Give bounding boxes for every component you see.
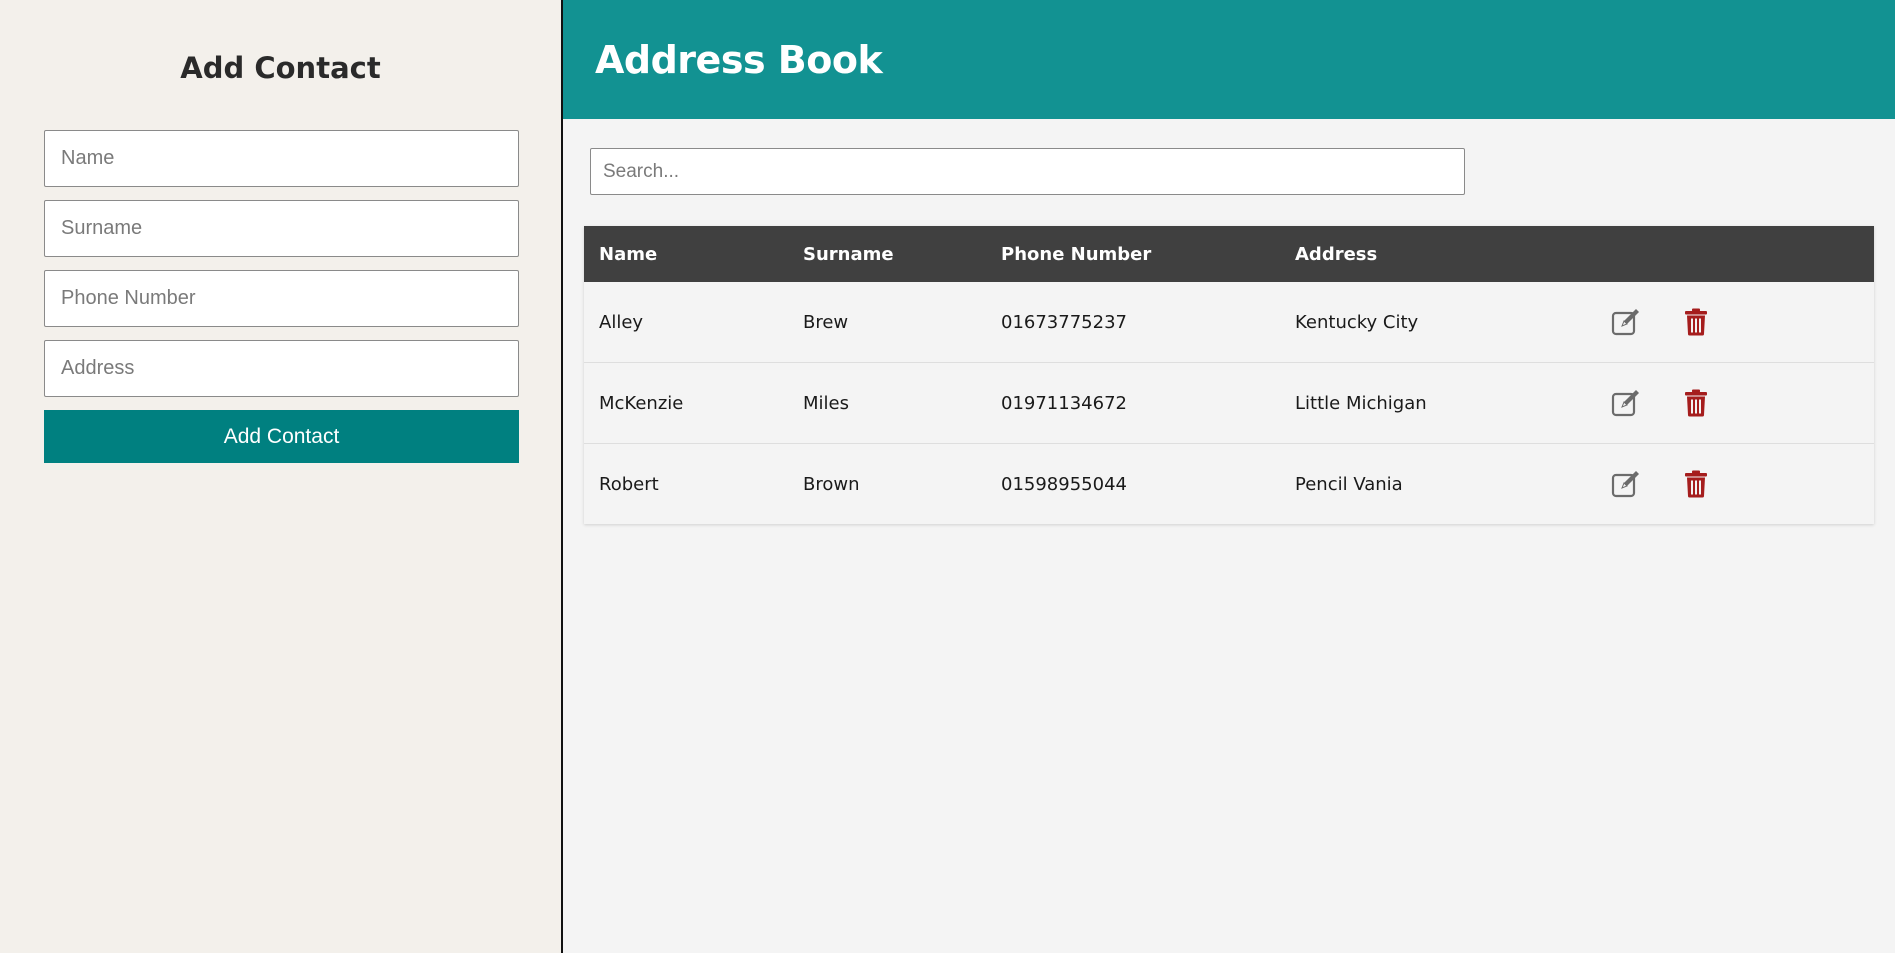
row-actions (1610, 468, 1712, 500)
search-input[interactable] (590, 148, 1465, 195)
table-header: Name Surname Phone Number Address (584, 226, 1874, 282)
surname-field[interactable] (44, 200, 519, 257)
app-root: Add Contact Add Contact Address Book Nam… (0, 0, 1895, 953)
address-field[interactable] (44, 340, 519, 397)
cell-address: Little Michigan (1295, 392, 1427, 414)
trash-icon[interactable] (1680, 387, 1712, 419)
cell-surname: Miles (803, 392, 849, 414)
address-book-main: Address Book Name Surname Phone Number A… (563, 0, 1895, 953)
phone-number-field[interactable] (44, 270, 519, 327)
cell-address: Kentucky City (1295, 311, 1419, 333)
row-actions (1610, 306, 1712, 338)
page-header: Address Book (563, 0, 1895, 119)
column-header-name: Name (599, 243, 658, 265)
edit-icon[interactable] (1610, 387, 1642, 419)
edit-icon[interactable] (1610, 468, 1642, 500)
add-contact-button[interactable]: Add Contact (44, 410, 519, 463)
cell-name: Robert (599, 473, 659, 495)
table-row: Robert Brown 01598955044 Pencil Vania (584, 444, 1874, 524)
cell-phone-number: 01673775237 (1001, 311, 1127, 333)
column-header-surname: Surname (803, 243, 894, 265)
add-contact-panel: Add Contact Add Contact (0, 0, 563, 953)
page-title: Address Book (595, 37, 883, 82)
contacts-table: Name Surname Phone Number Address Alley … (584, 226, 1874, 524)
trash-icon[interactable] (1680, 306, 1712, 338)
search-bar (563, 119, 1895, 195)
edit-icon[interactable] (1610, 306, 1642, 338)
column-header-phone-number: Phone Number (1001, 243, 1152, 265)
row-actions (1610, 387, 1712, 419)
cell-name: Alley (599, 311, 644, 333)
add-contact-title: Add Contact (180, 51, 381, 85)
table-row: Alley Brew 01673775237 Kentucky City (584, 282, 1874, 363)
cell-phone-number: 01971134672 (1001, 392, 1127, 414)
name-field[interactable] (44, 130, 519, 187)
cell-address: Pencil Vania (1295, 473, 1403, 495)
cell-phone-number: 01598955044 (1001, 473, 1127, 495)
cell-name: McKenzie (599, 392, 684, 414)
add-contact-form: Add Contact (44, 130, 519, 463)
table-row: McKenzie Miles 01971134672 Little Michig… (584, 363, 1874, 444)
column-header-address: Address (1295, 243, 1378, 265)
trash-icon[interactable] (1680, 468, 1712, 500)
cell-surname: Brown (803, 473, 860, 495)
cell-surname: Brew (803, 311, 849, 333)
